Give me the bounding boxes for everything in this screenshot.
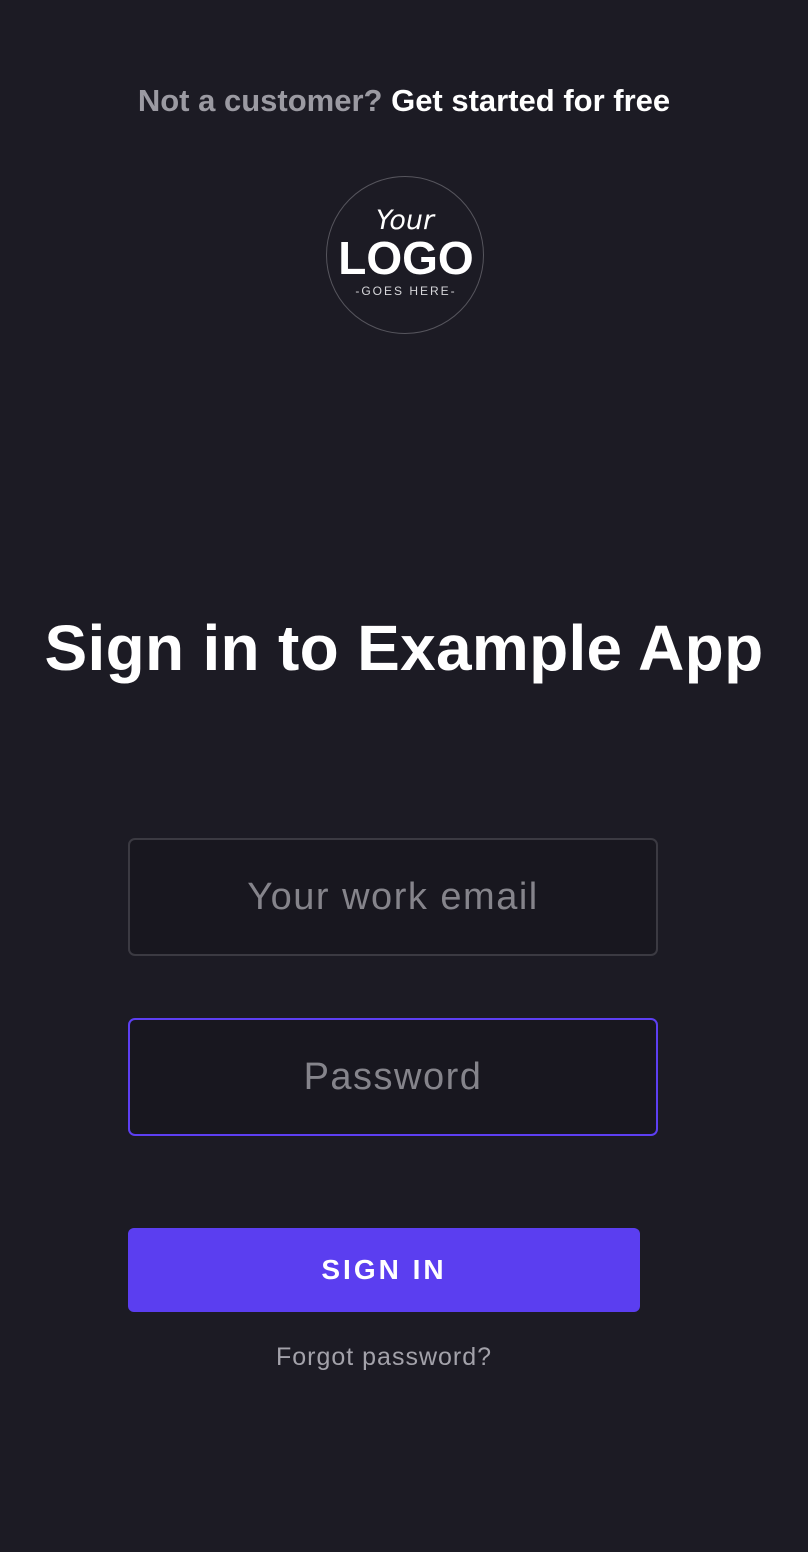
signup-prompt-text: Not a customer? (137, 83, 383, 118)
page-title: Sign in to Example App (44, 612, 764, 684)
company-logo: Your LOGO -GOES HERE- (326, 176, 484, 334)
password-input[interactable] (128, 1018, 658, 1136)
forgot-password-link[interactable]: Forgot password? (0, 1340, 768, 1374)
logo-main-text: LOGO (338, 232, 473, 284)
get-started-link[interactable]: Get started for free (391, 83, 670, 118)
logo-graphic: Your LOGO -GOES HERE- (338, 205, 473, 298)
logo-tagline-text: -GOES HERE- (355, 284, 456, 298)
signup-prompt: Not a customer? Get started for free (0, 80, 808, 122)
sign-in-button[interactable]: SIGN IN (128, 1228, 640, 1312)
email-input[interactable] (128, 838, 658, 956)
